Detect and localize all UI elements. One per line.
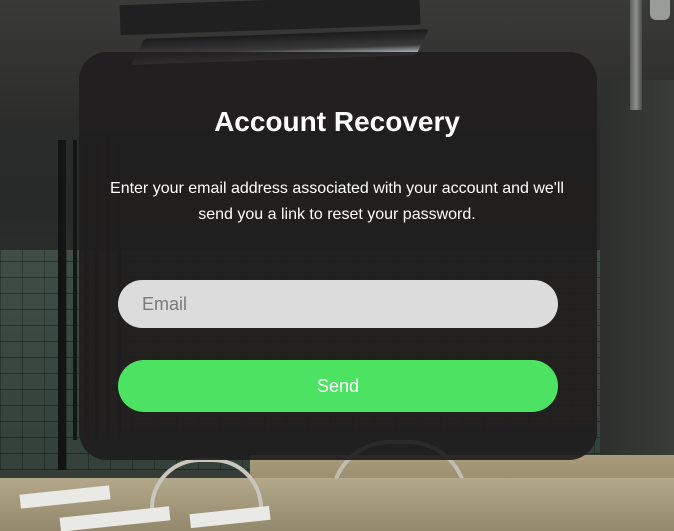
send-button[interactable]: Send — [118, 360, 558, 412]
background-right-wall — [600, 80, 674, 480]
recovery-page: Account Recovery Enter your email addres… — [0, 0, 674, 531]
background-pipe-cap — [650, 0, 670, 20]
recovery-description: Enter your email address associated with… — [110, 180, 564, 223]
background-pipe — [630, 0, 642, 110]
page-title: Account Recovery — [214, 106, 460, 137]
email-field[interactable] — [118, 280, 558, 328]
